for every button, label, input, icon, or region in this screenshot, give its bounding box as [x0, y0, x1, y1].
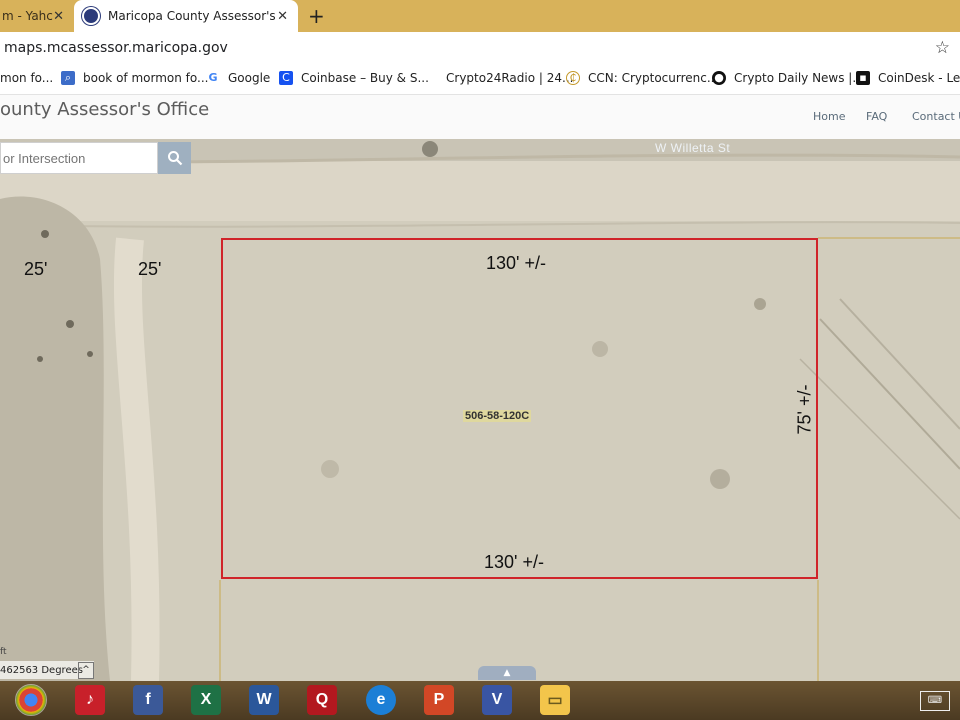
close-icon[interactable]: ✕	[53, 9, 64, 24]
nav-faq[interactable]: FAQ	[866, 110, 887, 123]
tab-label: Maricopa County Assessor's Offic	[108, 9, 278, 23]
bookmark-label: Crypto24Radio | 24...	[446, 71, 574, 85]
ie-icon[interactable]: e	[366, 685, 396, 715]
coordinate-text: 462563 Degrees	[0, 664, 83, 676]
scale-unit: ft	[0, 647, 7, 657]
bookmark-item[interactable]: mon fo...	[0, 71, 53, 85]
bookmark-label: CCN: Cryptocurrenc...	[588, 71, 719, 85]
dimension-label: 25'	[138, 259, 162, 279]
coindesk-icon: ▪	[856, 71, 870, 85]
facebook-icon[interactable]: f	[133, 685, 163, 715]
excel-icon[interactable]: X	[191, 685, 221, 715]
search-input[interactable]	[1, 143, 155, 173]
dimension-label-bottom: 130' +/-	[484, 552, 544, 572]
tab-yahoo[interactable]: m - Yahc ✕	[0, 0, 74, 32]
dimension-label-top: 130' +/-	[486, 253, 546, 273]
tab-label: m - Yahc	[2, 9, 53, 23]
google-icon: G	[208, 71, 218, 84]
bookmark-item[interactable]: Crypto24Radio | 24...	[446, 71, 573, 85]
bookmark-item[interactable]: ⌕ book of mormon fo...	[61, 71, 208, 85]
ccn-icon: ₵	[566, 71, 580, 85]
site-title: ounty Assessor's Office	[0, 99, 210, 120]
bookmark-label: CoinDesk - Lead	[878, 71, 960, 85]
itunes-icon[interactable]: ♪	[75, 685, 105, 715]
site-header: ounty Assessor's Office Home FAQ Contact…	[0, 95, 960, 140]
close-icon[interactable]: ✕	[277, 9, 288, 24]
bookmark-star-icon[interactable]: ☆	[935, 38, 950, 58]
bookmark-label: Google	[228, 71, 271, 85]
selected-parcel-outline[interactable]	[221, 238, 818, 579]
bookmark-item[interactable]: ₵ CCN: Cryptocurrenc...	[566, 71, 718, 85]
panel-toggle-tab[interactable]: ▲	[478, 666, 536, 680]
coinbase-icon: C	[279, 71, 293, 85]
street-label: W Willetta St	[655, 141, 731, 155]
file-explorer-icon[interactable]: ▭	[540, 685, 570, 715]
bookmark-item[interactable]: G Google	[206, 71, 270, 85]
powerpoint-icon[interactable]: P	[424, 685, 454, 715]
word-icon[interactable]: W	[249, 685, 279, 715]
search-icon: ⌕	[61, 71, 75, 85]
tab-assessor[interactable]: Maricopa County Assessor's Offic ✕	[74, 0, 298, 32]
bookmark-item[interactable]: C Coinbase – Buy & S...	[279, 71, 429, 85]
bookmark-item[interactable]: ▪ CoinDesk - Lead	[856, 71, 960, 85]
dimension-label: 25'	[24, 259, 48, 279]
visio-icon[interactable]: V	[482, 685, 512, 715]
taskbar: ♪ f X W Q e P V ▭ ⌨	[0, 681, 960, 720]
search-button[interactable]	[158, 142, 191, 174]
bookmark-label: mon fo...	[0, 71, 54, 85]
address-bar[interactable]: maps.mcassessor.maricopa.gov ☆	[0, 32, 960, 65]
nav-home[interactable]: Home	[813, 110, 845, 123]
url-text[interactable]: maps.mcassessor.maricopa.gov	[4, 40, 228, 56]
parcel-number-label[interactable]: 506-58-120C	[463, 410, 532, 422]
parcel-map[interactable]: W Willetta St 25' 25' 130' +/- 130' +/- …	[0, 139, 960, 681]
chevron-up-icon[interactable]: ^	[78, 662, 94, 679]
dimension-label-right: 75' +/-	[794, 384, 815, 435]
chrome-icon[interactable]	[15, 684, 47, 716]
bookmark-label: Crypto Daily News |...	[734, 71, 864, 85]
crypto-daily-icon: ●	[712, 71, 726, 85]
bookmarks-bar: mon fo... ⌕ book of mormon fo... G Googl…	[0, 65, 960, 95]
coordinate-readout: 462563 Degrees ^	[0, 661, 94, 679]
keyboard-icon[interactable]: ⌨	[920, 691, 950, 711]
bookmark-label: book of mormon fo...	[83, 71, 209, 85]
bookmark-item[interactable]: ● Crypto Daily News |...	[712, 71, 864, 85]
browser-tab-strip: m - Yahc ✕ Maricopa County Assessor's Of…	[0, 0, 960, 32]
quicken-icon[interactable]: Q	[307, 685, 337, 715]
address-search-box	[0, 142, 158, 174]
bookmark-label: Coinbase – Buy & S...	[301, 71, 429, 85]
nav-contact[interactable]: Contact U	[912, 110, 960, 123]
search-icon	[167, 151, 182, 166]
assessor-favicon-icon	[82, 7, 100, 25]
new-tab-button[interactable]: +	[308, 4, 325, 28]
